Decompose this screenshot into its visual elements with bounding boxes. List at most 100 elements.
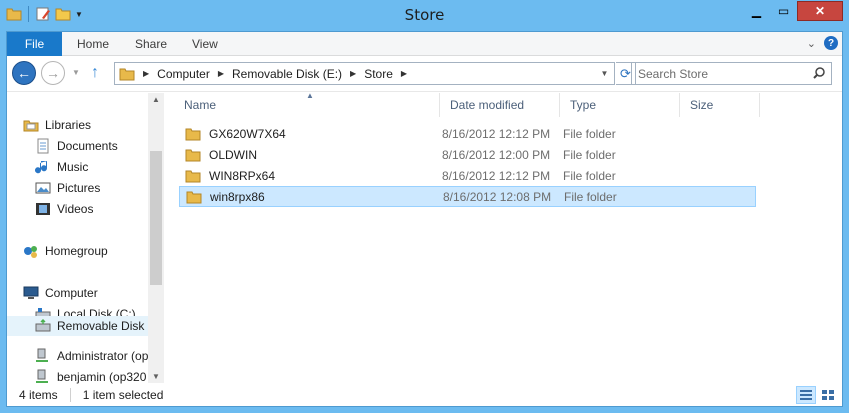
music-icon bbox=[35, 161, 48, 174]
navigation-bar: ← → ▼ ↑ ▶ Computer ▶ Removable Disk (E:)… bbox=[7, 56, 842, 92]
window-controls: ▁ ▭ ✕ bbox=[743, 1, 843, 21]
breadcrumb-separator[interactable]: ▶ bbox=[350, 69, 356, 78]
tab-view[interactable]: View bbox=[192, 32, 218, 56]
tab-home[interactable]: Home bbox=[77, 32, 109, 56]
address-bar[interactable]: ▶ Computer ▶ Removable Disk (E:) ▶ Store… bbox=[114, 62, 615, 85]
search-placeholder: Search Store bbox=[638, 66, 709, 81]
file-type: File folder bbox=[563, 147, 616, 162]
navigation-scrollbar[interactable]: ▲ ▼ bbox=[148, 93, 164, 383]
sidebar-item-label: Documents bbox=[57, 139, 118, 153]
sidebar-item-label: Computer bbox=[45, 286, 98, 300]
up-arrow-icon[interactable]: ↑ bbox=[91, 64, 99, 82]
expand-ribbon-icon[interactable]: ⌄ bbox=[807, 37, 816, 50]
file-date: 8/16/2012 12:12 PM bbox=[442, 126, 551, 141]
sidebar-item-label: Pictures bbox=[57, 181, 101, 195]
sidebar-item-music[interactable]: Music bbox=[35, 159, 88, 175]
forward-button[interactable]: → bbox=[41, 61, 65, 85]
file-row[interactable]: OLDWIN 8/16/2012 12:00 PM File folder bbox=[179, 144, 756, 165]
file-name: GX620W7X64 bbox=[209, 126, 286, 141]
file-type: File folder bbox=[563, 168, 616, 183]
sidebar-item-administrator[interactable]: Administrator (op bbox=[35, 348, 148, 364]
sidebar-item-videos[interactable]: Videos bbox=[35, 201, 93, 217]
sidebar-item-label: Libraries bbox=[45, 118, 92, 132]
sidebar-item-label: benjamin (op320 bbox=[57, 370, 147, 384]
documents-icon bbox=[37, 138, 49, 154]
explorer-window: ▼ Store ▁ ▭ ✕ File Home Share View ⌄ ? ←… bbox=[0, 0, 849, 413]
minimize-button[interactable]: ▁ bbox=[743, 1, 770, 21]
column-size[interactable]: Size bbox=[680, 93, 760, 117]
file-date: 8/16/2012 12:08 PM bbox=[443, 189, 552, 204]
breadcrumb-computer[interactable]: Computer bbox=[157, 67, 210, 81]
window-body: File Home Share View ⌄ ? ← → ▼ ↑ ▶ Compu… bbox=[6, 31, 843, 407]
search-input[interactable]: Search Store bbox=[631, 62, 832, 85]
breadcrumb-separator[interactable]: ▶ bbox=[218, 69, 224, 78]
status-bar: 4 items 1 item selected bbox=[7, 384, 842, 406]
column-header: ▲ Name Date modified Type Size bbox=[174, 91, 842, 117]
title-bar: ▼ Store ▁ ▭ ✕ bbox=[0, 0, 849, 31]
file-date: 8/16/2012 12:00 PM bbox=[442, 147, 551, 162]
scroll-down-icon[interactable]: ▼ bbox=[148, 372, 164, 381]
folder-icon bbox=[185, 149, 201, 161]
folder-icon bbox=[186, 191, 202, 203]
tab-file[interactable]: File bbox=[7, 32, 62, 56]
address-dropdown-icon[interactable]: ▼ bbox=[594, 63, 614, 84]
computer-icon bbox=[23, 286, 39, 299]
column-type[interactable]: Type bbox=[560, 93, 680, 117]
sidebar-item-pictures[interactable]: Pictures bbox=[35, 180, 100, 196]
file-name: WIN8RPx64 bbox=[209, 168, 276, 183]
recent-locations-icon[interactable]: ▼ bbox=[72, 68, 80, 77]
details-view-button[interactable] bbox=[796, 386, 816, 404]
breadcrumb-removable-disk[interactable]: Removable Disk (E:) bbox=[232, 67, 342, 81]
selection-count: 1 item selected bbox=[82, 388, 164, 402]
search-icon bbox=[813, 67, 825, 79]
removable-disk-icon bbox=[35, 318, 51, 332]
sidebar-item-homegroup[interactable]: Homegroup bbox=[23, 243, 108, 259]
maximize-button[interactable]: ▭ bbox=[770, 1, 797, 21]
homegroup-icon bbox=[24, 246, 37, 258]
scrollbar-thumb[interactable] bbox=[150, 151, 162, 285]
large-icons-view-icon bbox=[822, 390, 834, 400]
status-divider bbox=[69, 388, 71, 402]
file-row-selected[interactable]: win8rpx86 8/16/2012 12:08 PM File folder bbox=[179, 186, 756, 207]
large-icons-view-button[interactable] bbox=[818, 386, 838, 404]
sidebar-item-label: Homegroup bbox=[45, 244, 108, 258]
folder-icon bbox=[119, 68, 135, 80]
pictures-icon bbox=[35, 182, 51, 194]
network-drive-icon bbox=[36, 348, 48, 362]
close-button[interactable]: ✕ bbox=[797, 1, 843, 21]
item-count: 4 items bbox=[19, 388, 58, 402]
libraries-icon bbox=[23, 120, 39, 132]
sidebar-item-label: Removable Disk ( bbox=[57, 319, 148, 333]
sidebar-item-label: Music bbox=[57, 160, 89, 174]
breadcrumb-store[interactable]: Store bbox=[364, 67, 393, 81]
window-title: Store bbox=[404, 6, 445, 24]
back-button[interactable]: ← bbox=[12, 61, 36, 85]
network-drive-icon bbox=[36, 369, 48, 383]
column-name[interactable]: Name bbox=[174, 93, 440, 117]
file-name: win8rpx86 bbox=[210, 189, 265, 204]
help-icon[interactable]: ? bbox=[824, 36, 838, 50]
view-switcher bbox=[796, 386, 838, 404]
sidebar-item-benjamin[interactable]: benjamin (op320 bbox=[35, 369, 148, 385]
file-row[interactable]: WIN8RPx64 8/16/2012 12:12 PM File folder bbox=[179, 165, 756, 186]
column-date-modified[interactable]: Date modified bbox=[440, 93, 560, 117]
file-row[interactable]: GX620W7X64 8/16/2012 12:12 PM File folde… bbox=[179, 123, 756, 144]
tab-share[interactable]: Share bbox=[135, 32, 167, 56]
file-type: File folder bbox=[564, 189, 617, 204]
sidebar-item-computer[interactable]: Computer bbox=[23, 285, 98, 301]
folder-icon bbox=[185, 128, 201, 140]
details-view-icon bbox=[800, 390, 812, 400]
file-type: File folder bbox=[563, 126, 616, 141]
breadcrumb-separator[interactable]: ▶ bbox=[143, 69, 149, 78]
sidebar-item-removable-disk[interactable]: Removable Disk ( bbox=[7, 316, 148, 336]
sidebar-item-label: Administrator (op bbox=[57, 349, 148, 363]
scroll-up-icon[interactable]: ▲ bbox=[148, 95, 164, 104]
sidebar-item-label: Videos bbox=[57, 202, 94, 216]
folder-icon bbox=[185, 170, 201, 182]
sidebar-item-documents[interactable]: Documents bbox=[35, 138, 118, 154]
file-date: 8/16/2012 12:12 PM bbox=[442, 168, 551, 183]
ribbon-tabs: File Home Share View ⌄ ? bbox=[7, 32, 842, 56]
sidebar-item-libraries[interactable]: Libraries bbox=[23, 117, 91, 133]
breadcrumb-separator[interactable]: ▶ bbox=[401, 69, 407, 78]
videos-icon bbox=[36, 203, 50, 215]
